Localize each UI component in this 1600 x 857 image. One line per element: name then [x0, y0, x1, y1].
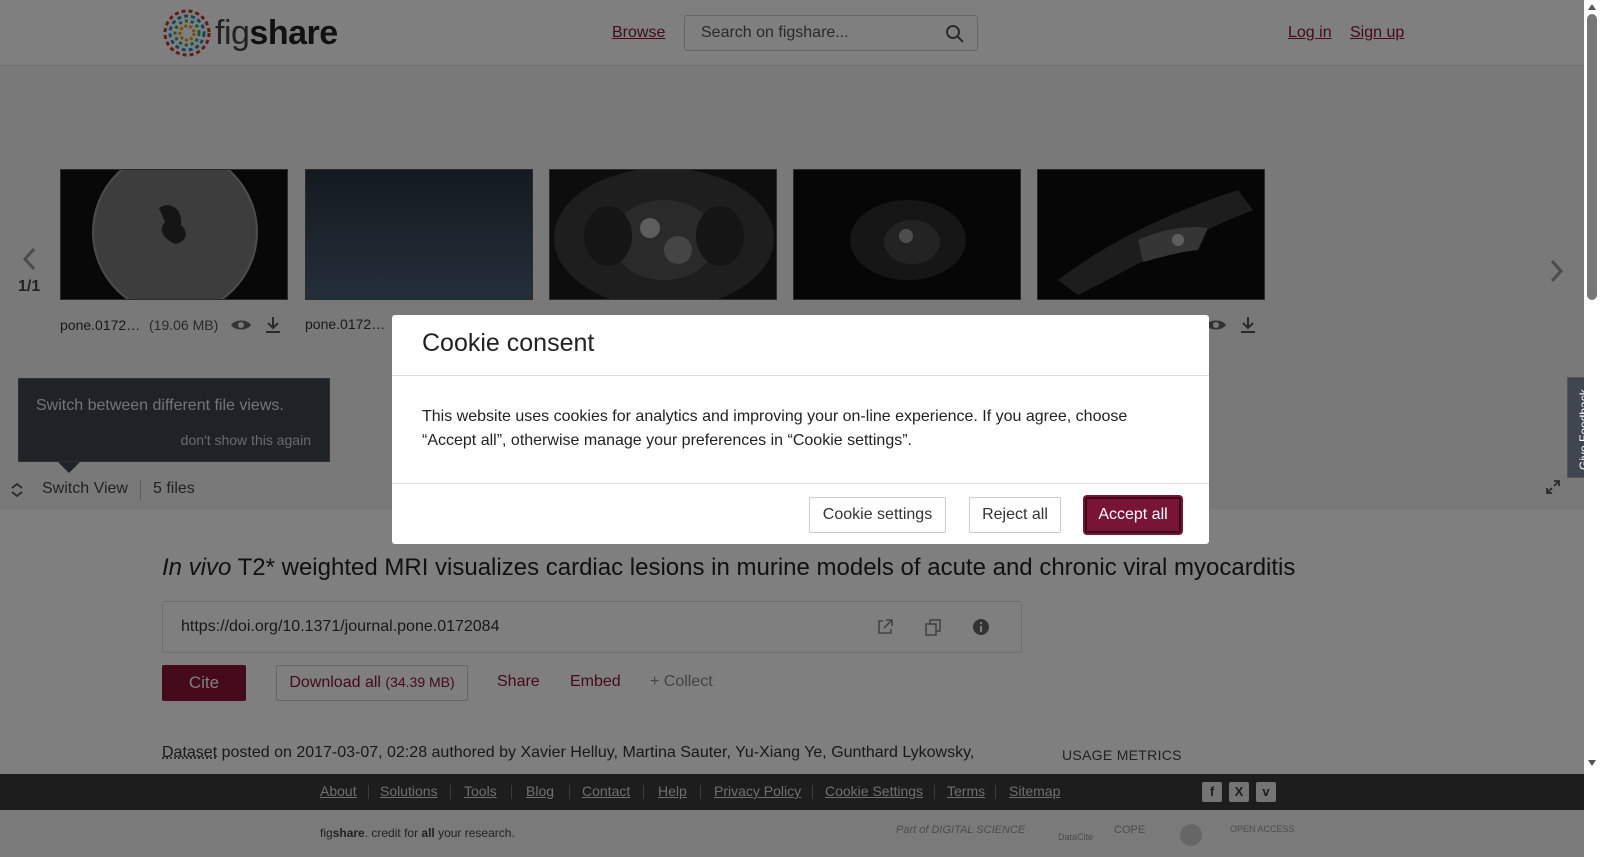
cookie-consent-dialog: Cookie consent This website uses cookies…	[392, 315, 1209, 544]
scroll-down-arrow-icon[interactable]	[1588, 760, 1596, 766]
scrollbar-thumb[interactable]	[1587, 14, 1597, 300]
dialog-body: This website uses cookies for analytics …	[422, 408, 1128, 449]
dialog-divider	[392, 483, 1209, 484]
cookie-settings-button[interactable]: Cookie settings	[809, 497, 946, 533]
dialog-divider	[392, 375, 1209, 376]
scroll-up-arrow-icon[interactable]	[1588, 4, 1596, 10]
reject-all-button[interactable]: Reject all	[969, 497, 1061, 533]
dialog-title: Cookie consent	[422, 329, 595, 357]
page-scrollbar[interactable]	[1584, 0, 1600, 857]
accept-all-button[interactable]: Accept all	[1085, 497, 1181, 533]
